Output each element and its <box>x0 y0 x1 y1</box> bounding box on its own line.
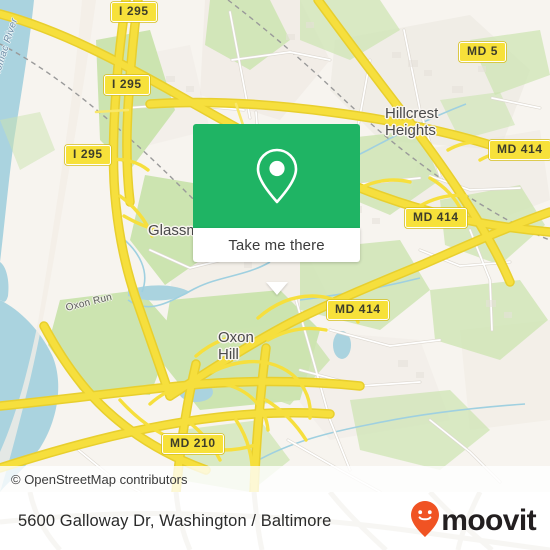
route-shield-md210[interactable]: MD 210 <box>162 434 224 454</box>
moovit-logo[interactable]: moovit <box>410 500 550 543</box>
route-shield-md414-mid[interactable]: MD 414 <box>405 208 467 228</box>
take-me-there-label: Take me there <box>228 236 325 254</box>
map-canvas[interactable]: .water{fill:#aad3df} .park{fill:#cce4b0}… <box>0 0 550 492</box>
moovit-pin-icon <box>410 500 440 543</box>
footer-bar: 5600 Galloway Dr, Washington / Baltimore… <box>0 492 550 550</box>
popup-pointer-tail <box>265 282 288 295</box>
route-shield-i295-north[interactable]: I 295 <box>111 2 157 22</box>
osm-attribution-text[interactable]: © OpenStreetMap contributors <box>0 472 188 487</box>
map-attribution-bar: © OpenStreetMap contributors <box>0 466 550 492</box>
route-shield-md5[interactable]: MD 5 <box>459 42 507 62</box>
route-shield-i295-south[interactable]: I 295 <box>65 145 111 165</box>
address-label: 5600 Galloway Dr, Washington / Baltimore <box>18 511 332 530</box>
moovit-map-screen: .water{fill:#aad3df} .park{fill:#cce4b0}… <box>0 0 550 550</box>
destination-popup-card[interactable]: Take me there <box>193 124 360 295</box>
map-pin-icon <box>254 147 300 205</box>
route-shield-md414-south[interactable]: MD 414 <box>327 300 389 320</box>
popup-header <box>193 124 360 228</box>
route-shield-md414-north[interactable]: MD 414 <box>489 140 550 160</box>
take-me-there-button[interactable]: Take me there <box>193 228 360 262</box>
route-shield-i295-mid[interactable]: I 295 <box>104 75 150 95</box>
moovit-wordmark: moovit <box>441 504 536 537</box>
